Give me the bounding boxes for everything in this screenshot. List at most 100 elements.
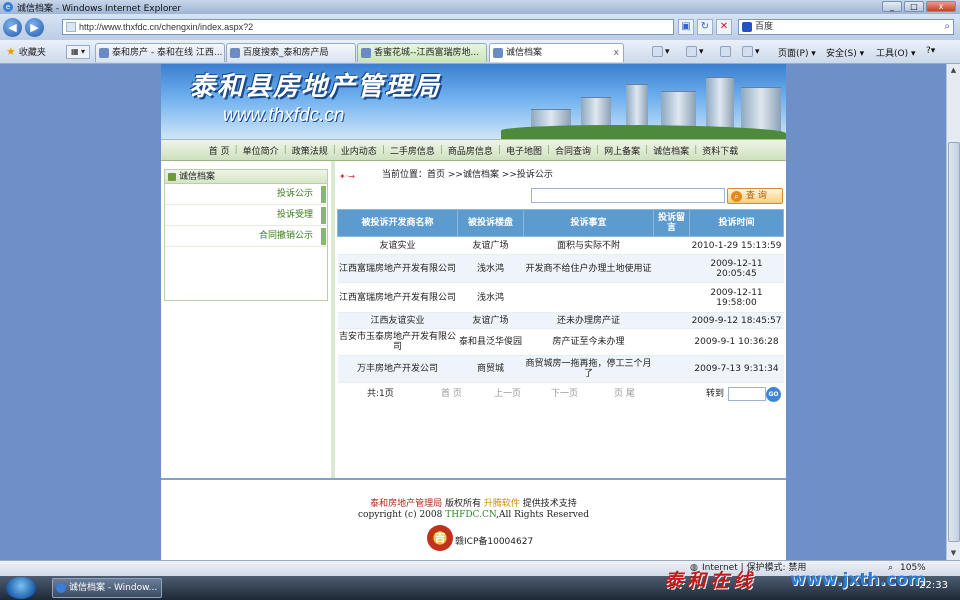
prev-page-link[interactable]: 上一页: [494, 384, 521, 404]
scroll-down-icon[interactable]: ▼: [947, 547, 960, 560]
clock: 22:33: [919, 580, 948, 591]
cell-developer: 吉安市玉泰房地产开发有限公司: [337, 328, 458, 356]
baidu-icon: [742, 22, 752, 32]
printer-icon: [742, 46, 753, 57]
favorites-label: 收藏夹: [18, 48, 46, 58]
query-button[interactable]: ⌕ 查 询: [727, 188, 783, 204]
tools-menu[interactable]: 工具(O) ▾: [876, 46, 916, 59]
cell-project: 友谊广场: [457, 312, 524, 329]
nav-resale[interactable]: 二手房信息: [385, 144, 440, 157]
nav-policy[interactable]: 政策法规: [287, 144, 333, 157]
nav-about[interactable]: 单位简介: [238, 144, 284, 157]
search-input[interactable]: 百度 ⌕: [738, 19, 954, 35]
sidebar-item-contract-revoke[interactable]: 合同撤销公示: [165, 226, 327, 247]
tab-label: 诚信档案: [506, 48, 543, 58]
vertical-scrollbar[interactable]: ▲ ▼: [946, 64, 960, 560]
page-total: 共:1页: [367, 389, 394, 399]
goto-label: 转到: [706, 389, 725, 399]
site-banner: 泰和县房地产管理局 www.thxfdc.cn: [161, 64, 786, 139]
cell-developer: 江西富瑞房地产开发有限公司: [337, 254, 458, 283]
table-row[interactable]: 江西富瑞房地产开发有限公司 浅水鸿 2009-12-11 19:58:00: [337, 282, 784, 313]
cell-time: 2009-12-11 19:58:00: [689, 282, 784, 313]
icp-number[interactable]: 赣ICP备10004627: [455, 534, 533, 547]
mail-icon: [720, 46, 731, 57]
maximize-button[interactable]: □: [904, 1, 924, 12]
scroll-up-icon[interactable]: ▲: [947, 64, 960, 77]
footer-divider: [161, 478, 786, 480]
nav-map[interactable]: 电子地图: [501, 144, 547, 157]
refresh-icon[interactable]: ↻: [697, 19, 713, 35]
search-icon: ⌕: [731, 191, 742, 202]
last-page-link[interactable]: 页 尾: [614, 384, 635, 404]
table-row[interactable]: 友谊实业 友谊广场 面积与实际不附 2010-1-29 15:13:59: [337, 236, 784, 255]
police-badge-icon[interactable]: 吉: [427, 525, 453, 551]
back-button[interactable]: ◀: [3, 17, 22, 37]
footer-support: 提供技术支持: [519, 499, 577, 509]
stop-icon[interactable]: ✕: [716, 19, 732, 35]
feeds-button[interactable]: ▾: [686, 46, 704, 57]
cell-developer: 江西富瑞房地产开发有限公司: [337, 282, 458, 313]
cell-matter: 房产证至今未办理: [523, 328, 654, 356]
goto-page-input[interactable]: [728, 387, 766, 401]
window-controls: _ □ x: [882, 1, 956, 12]
cell-matter: 商贸城房一拖再拖，停工三个月了: [523, 355, 654, 383]
table-row[interactable]: 江西友谊实业 友谊广场 还未办理房产证 2009-9-12 18:45:57: [337, 312, 784, 329]
tab-baidu-search[interactable]: 百度搜索_泰和房产局: [226, 43, 356, 62]
table-row[interactable]: 江西富瑞房地产开发有限公司 浅水鸿 开发商不给住户办理土地使用证 2009-12…: [337, 254, 784, 283]
complaint-search-input[interactable]: [531, 188, 725, 203]
print-button[interactable]: ▾: [742, 46, 760, 57]
cell-time: 2009-9-12 18:45:57: [689, 312, 784, 329]
taskbar-item-ie[interactable]: 诚信档案 - Window...: [52, 578, 162, 598]
nav-integrity[interactable]: 诚信档案: [648, 144, 694, 157]
first-page-link[interactable]: 首 页: [441, 384, 462, 404]
address-input[interactable]: http://www.thxfdc.cn/chengxin/index.aspx…: [62, 19, 674, 35]
tab-label: 泰和房产 - 泰和在线 江西...: [112, 48, 223, 58]
sidebar: 诚信档案 投诉公示 投诉受理 合同撤销公示: [164, 169, 328, 301]
address-url: http://www.thxfdc.cn/chengxin/index.aspx…: [79, 22, 254, 32]
breadcrumb-icon: ✦·→: [339, 172, 355, 181]
close-tab-icon[interactable]: x: [614, 44, 619, 62]
tab-page-icon: [361, 48, 371, 58]
sidebar-item-complaint-accept[interactable]: 投诉受理: [165, 205, 327, 226]
nav-contract-query[interactable]: 合同查询: [550, 144, 596, 157]
minimize-button[interactable]: _: [882, 1, 902, 12]
tab-xiangmi-huacheng[interactable]: 香蜜花城--江西富瑞房地...: [357, 43, 487, 62]
nav-news[interactable]: 业内动态: [336, 144, 382, 157]
next-page-link[interactable]: 下一页: [551, 384, 578, 404]
nav-downloads[interactable]: 资料下载: [697, 144, 743, 157]
sidebar-item-complaint-public[interactable]: 投诉公示: [165, 184, 327, 205]
favorites-button[interactable]: ★ 收藏夹: [6, 45, 46, 58]
magnifier-icon[interactable]: ⌕: [944, 20, 950, 34]
scroll-thumb[interactable]: [948, 142, 960, 542]
close-window-button[interactable]: x: [926, 1, 956, 12]
tab-page-icon: [99, 48, 109, 58]
mail-button[interactable]: [720, 46, 733, 57]
main-nav: 首 页 | 单位简介 | 政策法规 | 业内动态 | 二手房信息 | 商品房信息 | 电子地…: [161, 139, 786, 161]
nav-new-homes[interactable]: 商品房信息: [443, 144, 498, 157]
tab-chengxin-dangan[interactable]: 诚信档案 x: [489, 43, 624, 62]
quick-tabs-icon[interactable]: ▦ ▾: [66, 45, 90, 59]
go-button[interactable]: GO: [766, 387, 781, 402]
table-row[interactable]: 吉安市玉泰房地产开发有限公司 泰和县泛华俊园 房产证至今未办理 2009-9-1…: [337, 328, 784, 356]
start-button[interactable]: [6, 577, 36, 599]
tab-taihe-fangchan[interactable]: 泰和房产 - 泰和在线 江西...: [95, 43, 225, 62]
cell-note: [653, 355, 690, 383]
site-container: 泰和县房地产管理局 www.thxfdc.cn 首 页 | 单位简介 | 政策法规 |…: [161, 64, 786, 560]
safety-menu[interactable]: 安全(S) ▾: [826, 46, 864, 59]
header-project: 被投诉楼盘: [457, 209, 524, 237]
forward-button[interactable]: ▶: [25, 17, 44, 37]
page-menu[interactable]: 页面(P) ▾: [778, 46, 816, 59]
nav-online-filing[interactable]: 网上备案: [599, 144, 645, 157]
nav-home[interactable]: 首 页: [204, 144, 235, 157]
home-button[interactable]: ▾: [652, 46, 670, 57]
cell-project: 友谊广场: [457, 236, 524, 255]
cell-project: 商贸城: [457, 355, 524, 383]
compat-view-icon[interactable]: ▣: [678, 19, 694, 35]
footer-owner: 泰和房地产管理局: [370, 499, 443, 509]
help-menu[interactable]: ?▾: [926, 46, 935, 56]
header-time: 投诉时间: [689, 209, 784, 237]
cell-developer: 万丰房地产开发公司: [337, 355, 458, 383]
banner-greenery: [501, 125, 786, 139]
table-row[interactable]: 万丰房地产开发公司 商贸城 商贸城房一拖再拖，停工三个月了 2009-7-13 …: [337, 355, 784, 383]
footer-credits: 泰和房地产管理局 版权所有 升腾软件 提供技术支持: [161, 496, 786, 509]
